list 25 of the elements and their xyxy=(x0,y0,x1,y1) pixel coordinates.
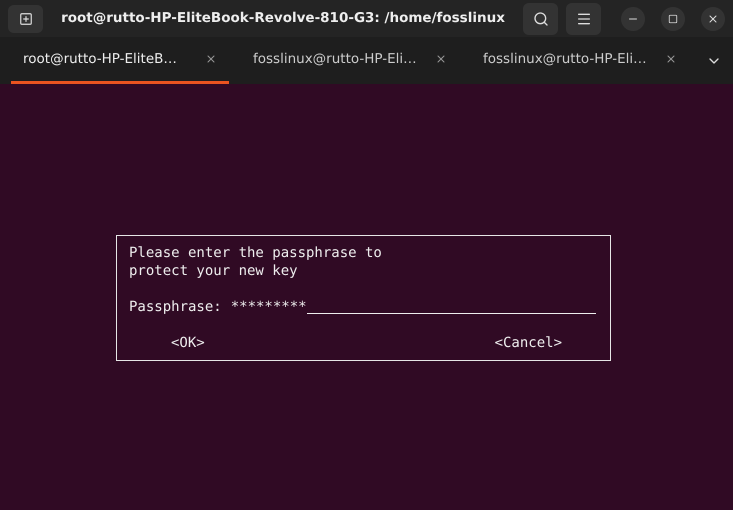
window-title: root@rutto-HP-EliteBook-Revolve-810-G3: /home/fosslinux xyxy=(60,9,506,28)
maximize-button[interactable] xyxy=(661,6,685,30)
tab[interactable]: root@rutto-HP-EliteB… xyxy=(11,37,229,84)
close-button[interactable] xyxy=(701,6,725,30)
tab[interactable]: fosslinux@rutto-HP-Eli… xyxy=(471,37,689,84)
menu-icon xyxy=(576,10,592,26)
new-tab-button[interactable] xyxy=(8,4,43,32)
search-button[interactable] xyxy=(523,2,558,34)
close-tab-icon[interactable] xyxy=(435,53,447,65)
new-tab-icon xyxy=(18,12,32,26)
passphrase-field[interactable]: ********* xyxy=(230,298,596,316)
close-icon xyxy=(707,12,719,24)
search-icon xyxy=(532,10,548,26)
tab-label: fosslinux@rutto-HP-Eli… xyxy=(253,50,417,69)
maximize-icon xyxy=(668,14,678,24)
dialog-button[interactable]: <OK> xyxy=(171,334,205,352)
passphrase-label: Passphrase: xyxy=(129,298,222,316)
tab-label: root@rutto-HP-EliteB… xyxy=(23,50,177,69)
dialog-button[interactable]: <Cancel> xyxy=(494,334,562,352)
close-tab-icon[interactable] xyxy=(665,53,677,65)
tab[interactable]: fosslinux@rutto-HP-Eli… xyxy=(241,37,459,84)
menu-button[interactable] xyxy=(566,2,601,34)
dialog-message: Please enter the passphrase to protect your new key xyxy=(129,244,383,280)
close-tab-icon[interactable] xyxy=(205,53,217,65)
tab-label: fosslinux@rutto-HP-Eli… xyxy=(483,50,647,69)
